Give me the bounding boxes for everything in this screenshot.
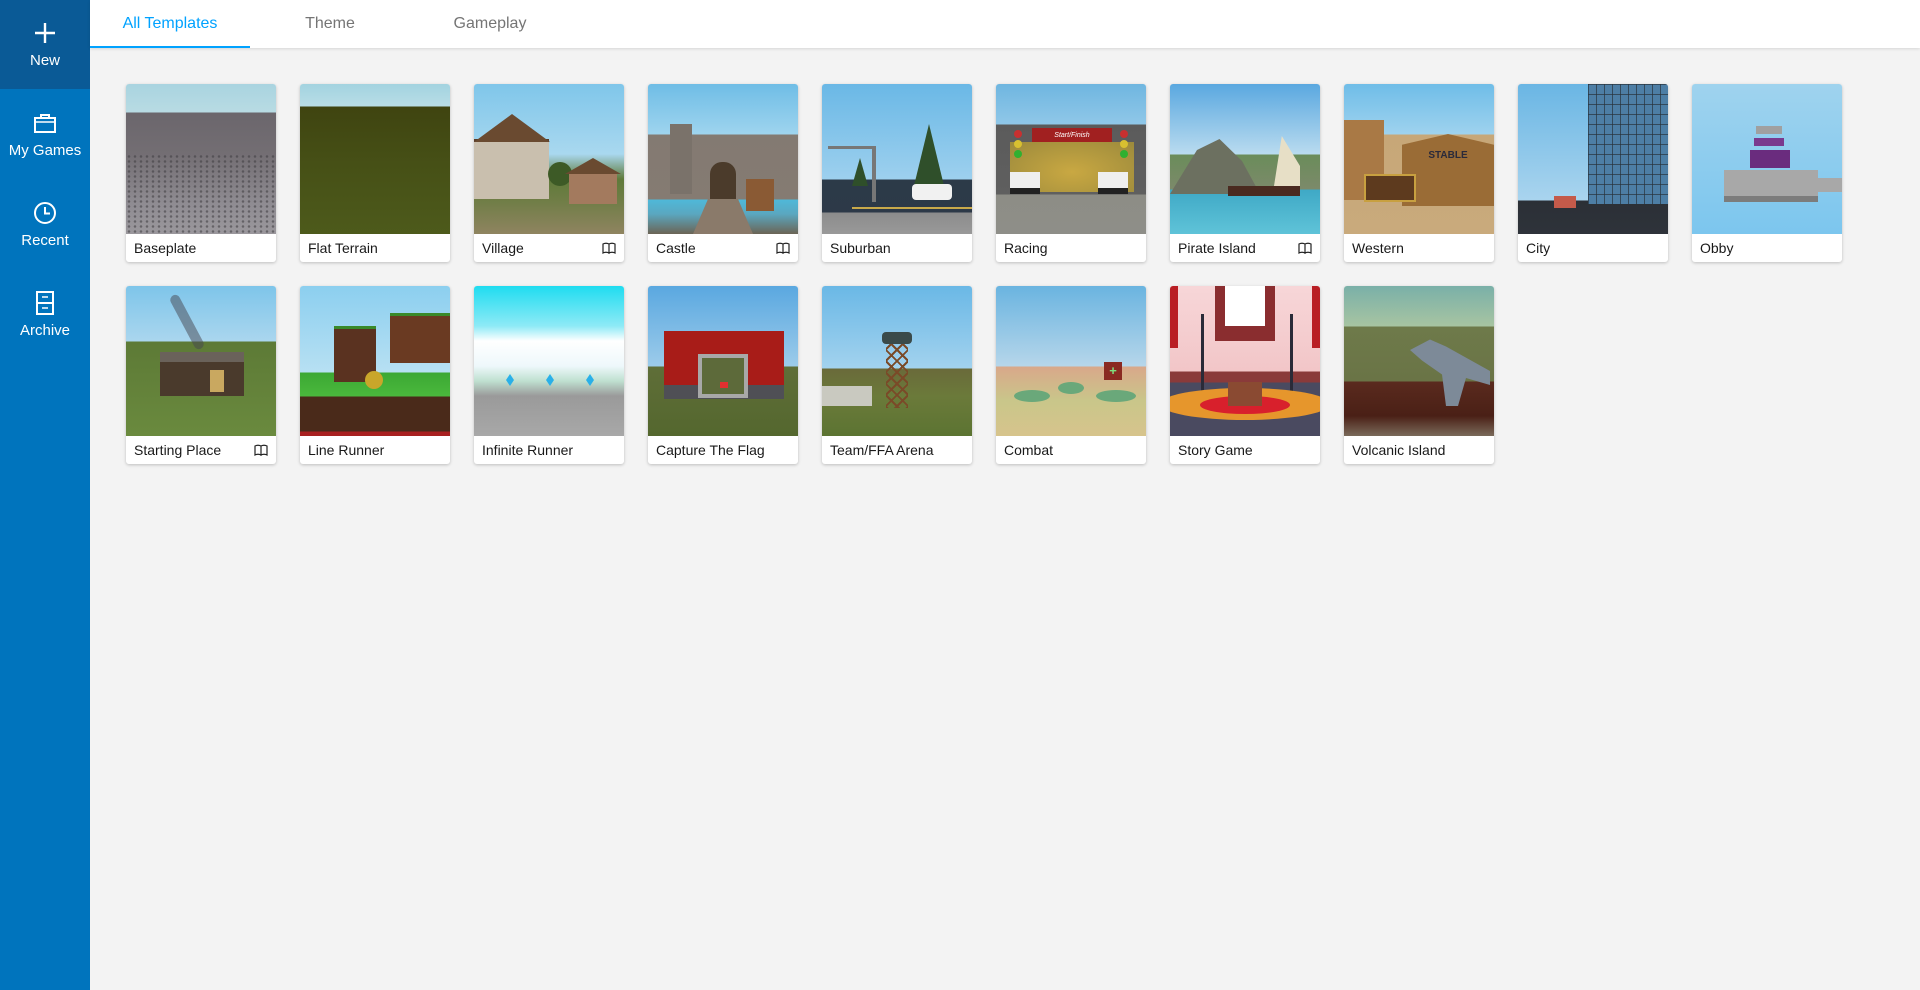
template-name: Village (482, 240, 524, 256)
plus-icon (35, 23, 55, 43)
tab-all-templates[interactable]: All Templates (90, 0, 250, 48)
template-thumbnail (300, 286, 450, 436)
template-name: Story Game (1178, 442, 1253, 458)
template-name: Obby (1700, 240, 1734, 256)
template-card-racing[interactable]: Start/Finish Racing (996, 84, 1146, 262)
sidebar-item-archive[interactable]: Archive (0, 269, 90, 359)
template-name: Starting Place (134, 442, 222, 458)
template-thumbnail (126, 286, 276, 436)
sidebar-item-label: Archive (19, 321, 71, 339)
archive-cabinet-icon (36, 290, 54, 315)
template-name: City (1526, 240, 1551, 256)
template-card-suburban[interactable]: Suburban (822, 84, 972, 262)
template-thumbnail (1344, 286, 1494, 436)
template-thumbnail: STABLE (1344, 84, 1494, 234)
template-card-castle[interactable]: Castle (648, 84, 798, 262)
sidebar: New My Games Recent Archive (0, 0, 90, 990)
template-name: Line Runner (308, 442, 385, 458)
sidebar-item-my-games[interactable]: My Games (0, 89, 90, 179)
template-thumbnail: Start/Finish (996, 84, 1146, 234)
template-name: Baseplate (134, 240, 197, 256)
template-grid: Baseplate Flat Terrain Village Castle Su… (126, 84, 1866, 464)
template-card-obby[interactable]: Obby (1692, 84, 1842, 262)
tutorial-book-icon[interactable] (776, 242, 790, 254)
template-thumbnail (1518, 84, 1668, 234)
start-finish-banner: Start/Finish (1032, 128, 1112, 142)
template-thumbnail (648, 286, 798, 436)
template-thumbnail (822, 84, 972, 234)
template-card-capture-the-flag[interactable]: Capture The Flag (648, 286, 798, 464)
sidebar-item-label: Recent (21, 231, 69, 249)
template-card-team-ffa-arena[interactable]: Team/FFA Arena (822, 286, 972, 464)
template-card-western[interactable]: STABLE Western (1344, 84, 1494, 262)
template-card-baseplate[interactable]: Baseplate (126, 84, 276, 262)
template-card-story-game[interactable]: Story Game (1170, 286, 1320, 464)
briefcase-icon (34, 113, 56, 133)
template-card-pirate-island[interactable]: Pirate Island (1170, 84, 1320, 262)
template-name: Volcanic Island (1352, 442, 1446, 458)
template-card-starting-place[interactable]: Starting Place (126, 286, 276, 464)
template-name: Racing (1004, 240, 1048, 256)
template-card-combat[interactable]: + Combat (996, 286, 1146, 464)
template-thumbnail (474, 286, 624, 436)
template-name: Castle (656, 240, 696, 256)
template-name: Capture The Flag (656, 442, 765, 458)
template-thumbnail (474, 84, 624, 234)
template-thumbnail (300, 84, 450, 234)
new-label: New (29, 52, 60, 69)
tab-bar: All Templates Theme Gameplay (90, 0, 1920, 48)
template-card-city[interactable]: City (1518, 84, 1668, 262)
template-thumbnail (1692, 84, 1842, 234)
template-name: Flat Terrain (308, 240, 378, 256)
sidebar-item-label: My Games (8, 141, 82, 159)
template-name: Western (1352, 240, 1404, 256)
template-thumbnail (1170, 286, 1320, 436)
tutorial-book-icon[interactable] (254, 444, 268, 456)
template-thumbnail (1170, 84, 1320, 234)
template-thumbnail (126, 84, 276, 234)
template-name: Suburban (830, 240, 891, 256)
template-thumbnail: + (996, 286, 1146, 436)
template-thumbnail (648, 84, 798, 234)
template-name: Combat (1004, 442, 1054, 458)
template-name: Pirate Island (1178, 240, 1256, 256)
template-card-flat-terrain[interactable]: Flat Terrain (300, 84, 450, 262)
template-name: Team/FFA Arena (830, 442, 934, 458)
new-button[interactable]: New (0, 0, 90, 89)
template-name: Infinite Runner (482, 442, 574, 458)
tutorial-book-icon[interactable] (1298, 242, 1312, 254)
template-thumbnail (822, 286, 972, 436)
template-card-village[interactable]: Village (474, 84, 624, 262)
tab-gameplay[interactable]: Gameplay (410, 0, 570, 48)
sidebar-item-recent[interactable]: Recent (0, 179, 90, 269)
template-card-volcanic-island[interactable]: Volcanic Island (1344, 286, 1494, 464)
clock-icon (34, 201, 56, 224)
template-card-infinite-runner[interactable]: Infinite Runner (474, 286, 624, 464)
template-card-line-runner[interactable]: Line Runner (300, 286, 450, 464)
tab-theme[interactable]: Theme (250, 0, 410, 48)
tutorial-book-icon[interactable] (602, 242, 616, 254)
